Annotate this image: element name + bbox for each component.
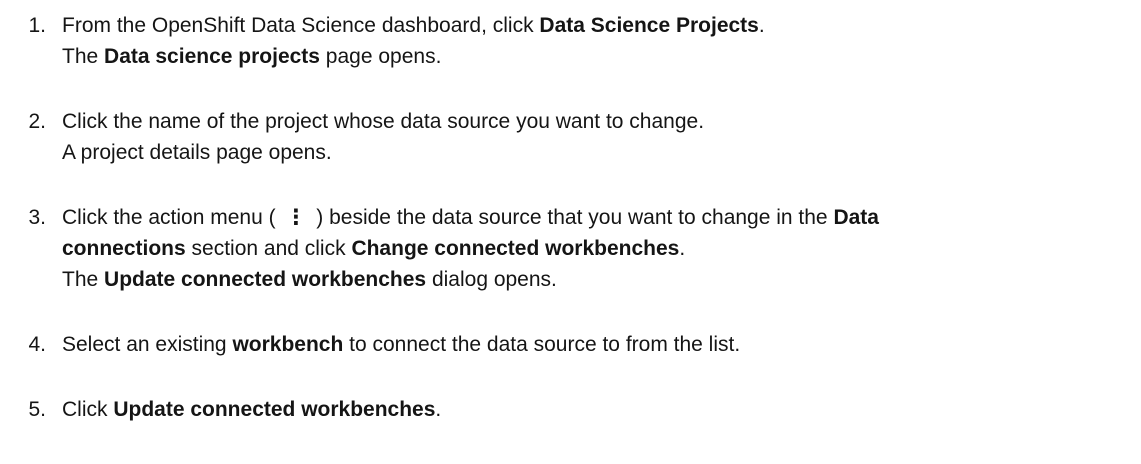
procedure-step: 2. Click the name of the project whose da…: [14, 106, 1141, 168]
procedure-document: 1. From the OpenShift Data Science dashbo…: [0, 0, 1141, 425]
step-number: 3.: [28, 206, 46, 229]
ui-element-label: Data Science Projects: [539, 14, 759, 37]
step-text: ) beside the data source that you want t…: [310, 206, 834, 229]
step-text: Click the action menu (: [62, 206, 282, 229]
step-text: The: [62, 268, 105, 291]
step-text: Click: [62, 398, 114, 421]
ui-element-label: workbench: [232, 333, 344, 356]
step-text: section and click: [185, 237, 352, 260]
ui-element-label: Update connected workbenches: [104, 268, 427, 291]
step-line: connections section and click Change con…: [62, 233, 1141, 264]
step-text: Select an existing: [62, 333, 233, 356]
step-text: page opens.: [319, 45, 442, 68]
step-text: .: [758, 14, 765, 37]
step-line: From the OpenShift Data Science dashboar…: [62, 10, 1141, 41]
step-line: Click the action menu ( ⋮ ) beside the d…: [62, 202, 1141, 233]
kebab-menu-icon: ⋮: [285, 206, 307, 229]
step-line: Click Update connected workbenches.: [62, 394, 1141, 425]
step-number: 2.: [28, 110, 46, 133]
procedure-steps-list: 1. From the OpenShift Data Science dashbo…: [14, 10, 1141, 425]
step-line: The Update connected workbenches dialog …: [62, 264, 1141, 295]
step-text: .: [679, 237, 686, 260]
step-text: to connect the data source to from the l…: [343, 333, 741, 356]
step-number: 4.: [28, 333, 46, 356]
procedure-step: 1. From the OpenShift Data Science dashbo…: [14, 10, 1141, 72]
step-text: From the OpenShift Data Science dashboar…: [62, 14, 540, 37]
ui-element-label: Update connected workbenches: [113, 398, 436, 421]
step-number: 1.: [28, 14, 46, 37]
ui-element-label: Data science projects: [104, 45, 320, 68]
step-text: dialog opens.: [426, 268, 557, 291]
step-line: A project details page opens.: [62, 137, 1141, 168]
procedure-step: 5. Click Update connected workbenches.: [14, 394, 1141, 425]
step-text: Click the name of the project whose data…: [62, 110, 705, 133]
ui-element-label: connections: [62, 237, 186, 260]
ui-element-label: Change connected workbenches: [351, 237, 680, 260]
step-number: 5.: [28, 398, 46, 421]
step-line: The Data science projects page opens.: [62, 41, 1141, 72]
procedure-step: 4. Select an existing workbench to connec…: [14, 329, 1141, 360]
ui-element-label: Data: [833, 206, 879, 229]
step-text: The: [62, 45, 105, 68]
step-line: Select an existing workbench to connect …: [62, 329, 1141, 360]
step-text: .: [435, 398, 442, 421]
step-text: A project details page opens.: [62, 141, 332, 164]
step-line: Click the name of the project whose data…: [62, 106, 1141, 137]
procedure-step: 3. Click the action menu ( ⋮ ) beside the…: [14, 202, 1141, 295]
